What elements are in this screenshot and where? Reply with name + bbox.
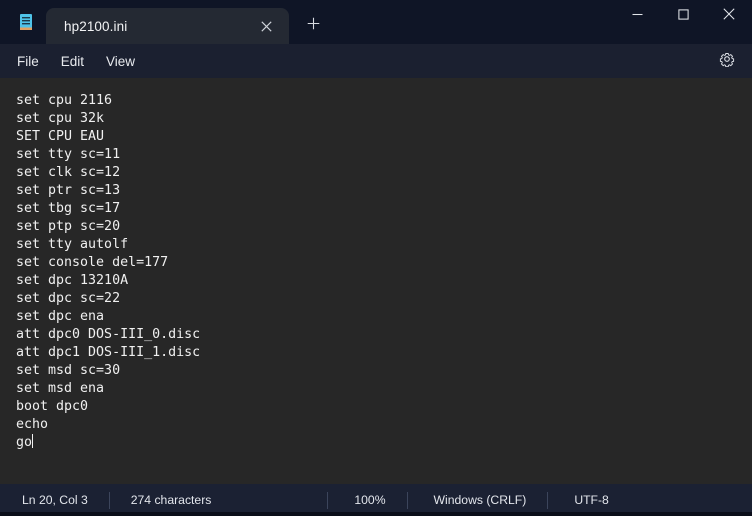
tab-hp2100-ini[interactable]: hp2100.ini bbox=[46, 8, 289, 44]
editor-line: set dpc ena bbox=[16, 309, 105, 324]
menu-item-label: Edit bbox=[60, 53, 85, 69]
plus-icon bbox=[307, 17, 320, 35]
text-caret bbox=[31, 434, 33, 448]
editor-line: echo bbox=[16, 417, 49, 432]
editor-line: set cpu 32k bbox=[16, 111, 105, 126]
editor-line: go bbox=[16, 435, 33, 450]
window-bottom-edge bbox=[0, 512, 752, 516]
editor-line: set cpu 2116 bbox=[16, 93, 113, 108]
editor-line: set tty sc=11 bbox=[16, 147, 121, 162]
notepad-window: hp2100.ini File Edit View set cpu 2116 s… bbox=[0, 0, 752, 516]
tab-title: hp2100.ini bbox=[64, 18, 128, 34]
title-bar: hp2100.ini bbox=[0, 0, 752, 44]
notepad-icon bbox=[6, 0, 46, 44]
tab-strip: hp2100.ini bbox=[0, 0, 614, 44]
menu-item-edit[interactable]: Edit bbox=[50, 48, 95, 74]
editor-line: att dpc1 DOS-III_1.disc bbox=[16, 345, 201, 360]
menu-item-file[interactable]: File bbox=[6, 48, 50, 74]
settings-button[interactable] bbox=[710, 47, 744, 75]
editor-line: set tty autolf bbox=[16, 237, 129, 252]
minimize-button[interactable] bbox=[614, 0, 660, 32]
close-icon[interactable] bbox=[253, 13, 279, 39]
new-tab-button[interactable] bbox=[295, 8, 331, 44]
editor-line: set dpc 13210A bbox=[16, 273, 129, 288]
menu-bar: File Edit View bbox=[0, 44, 752, 78]
menu-item-view[interactable]: View bbox=[95, 48, 146, 74]
editor-line: set clk sc=12 bbox=[16, 165, 121, 180]
menu-item-label: File bbox=[17, 53, 39, 69]
minimize-icon bbox=[632, 7, 643, 25]
gear-icon bbox=[719, 51, 735, 72]
maximize-button[interactable] bbox=[660, 0, 706, 32]
window-controls bbox=[614, 0, 752, 44]
editor-area[interactable]: set cpu 2116 set cpu 32k SET CPU EAU set… bbox=[0, 78, 752, 484]
editor-line: set ptr sc=13 bbox=[16, 183, 121, 198]
editor-line: set msd ena bbox=[16, 381, 105, 396]
status-line-ending-label: Windows (CRLF) bbox=[433, 493, 527, 507]
status-cursor-position-label: Ln 20, Col 3 bbox=[22, 493, 88, 507]
editor-text[interactable]: set cpu 2116 set cpu 32k SET CPU EAU set… bbox=[16, 92, 752, 452]
status-character-count-label: 274 characters bbox=[130, 493, 212, 507]
editor-line: set tbg sc=17 bbox=[16, 201, 121, 216]
status-zoom-label: 100% bbox=[354, 493, 386, 507]
maximize-icon bbox=[677, 7, 689, 25]
editor-line: SET CPU EAU bbox=[16, 129, 105, 144]
close-button[interactable] bbox=[706, 0, 752, 32]
status-encoding-label: UTF-8 bbox=[574, 493, 609, 507]
menu-item-label: View bbox=[106, 53, 136, 69]
editor-line: set dpc sc=22 bbox=[16, 291, 121, 306]
editor-line: set msd sc=30 bbox=[16, 363, 121, 378]
close-icon bbox=[723, 7, 735, 25]
editor-line: att dpc0 DOS-III_0.disc bbox=[16, 327, 201, 342]
editor-line: set ptp sc=20 bbox=[16, 219, 121, 234]
editor-line: set console del=177 bbox=[16, 255, 169, 270]
editor-line: boot dpc0 bbox=[16, 399, 89, 414]
